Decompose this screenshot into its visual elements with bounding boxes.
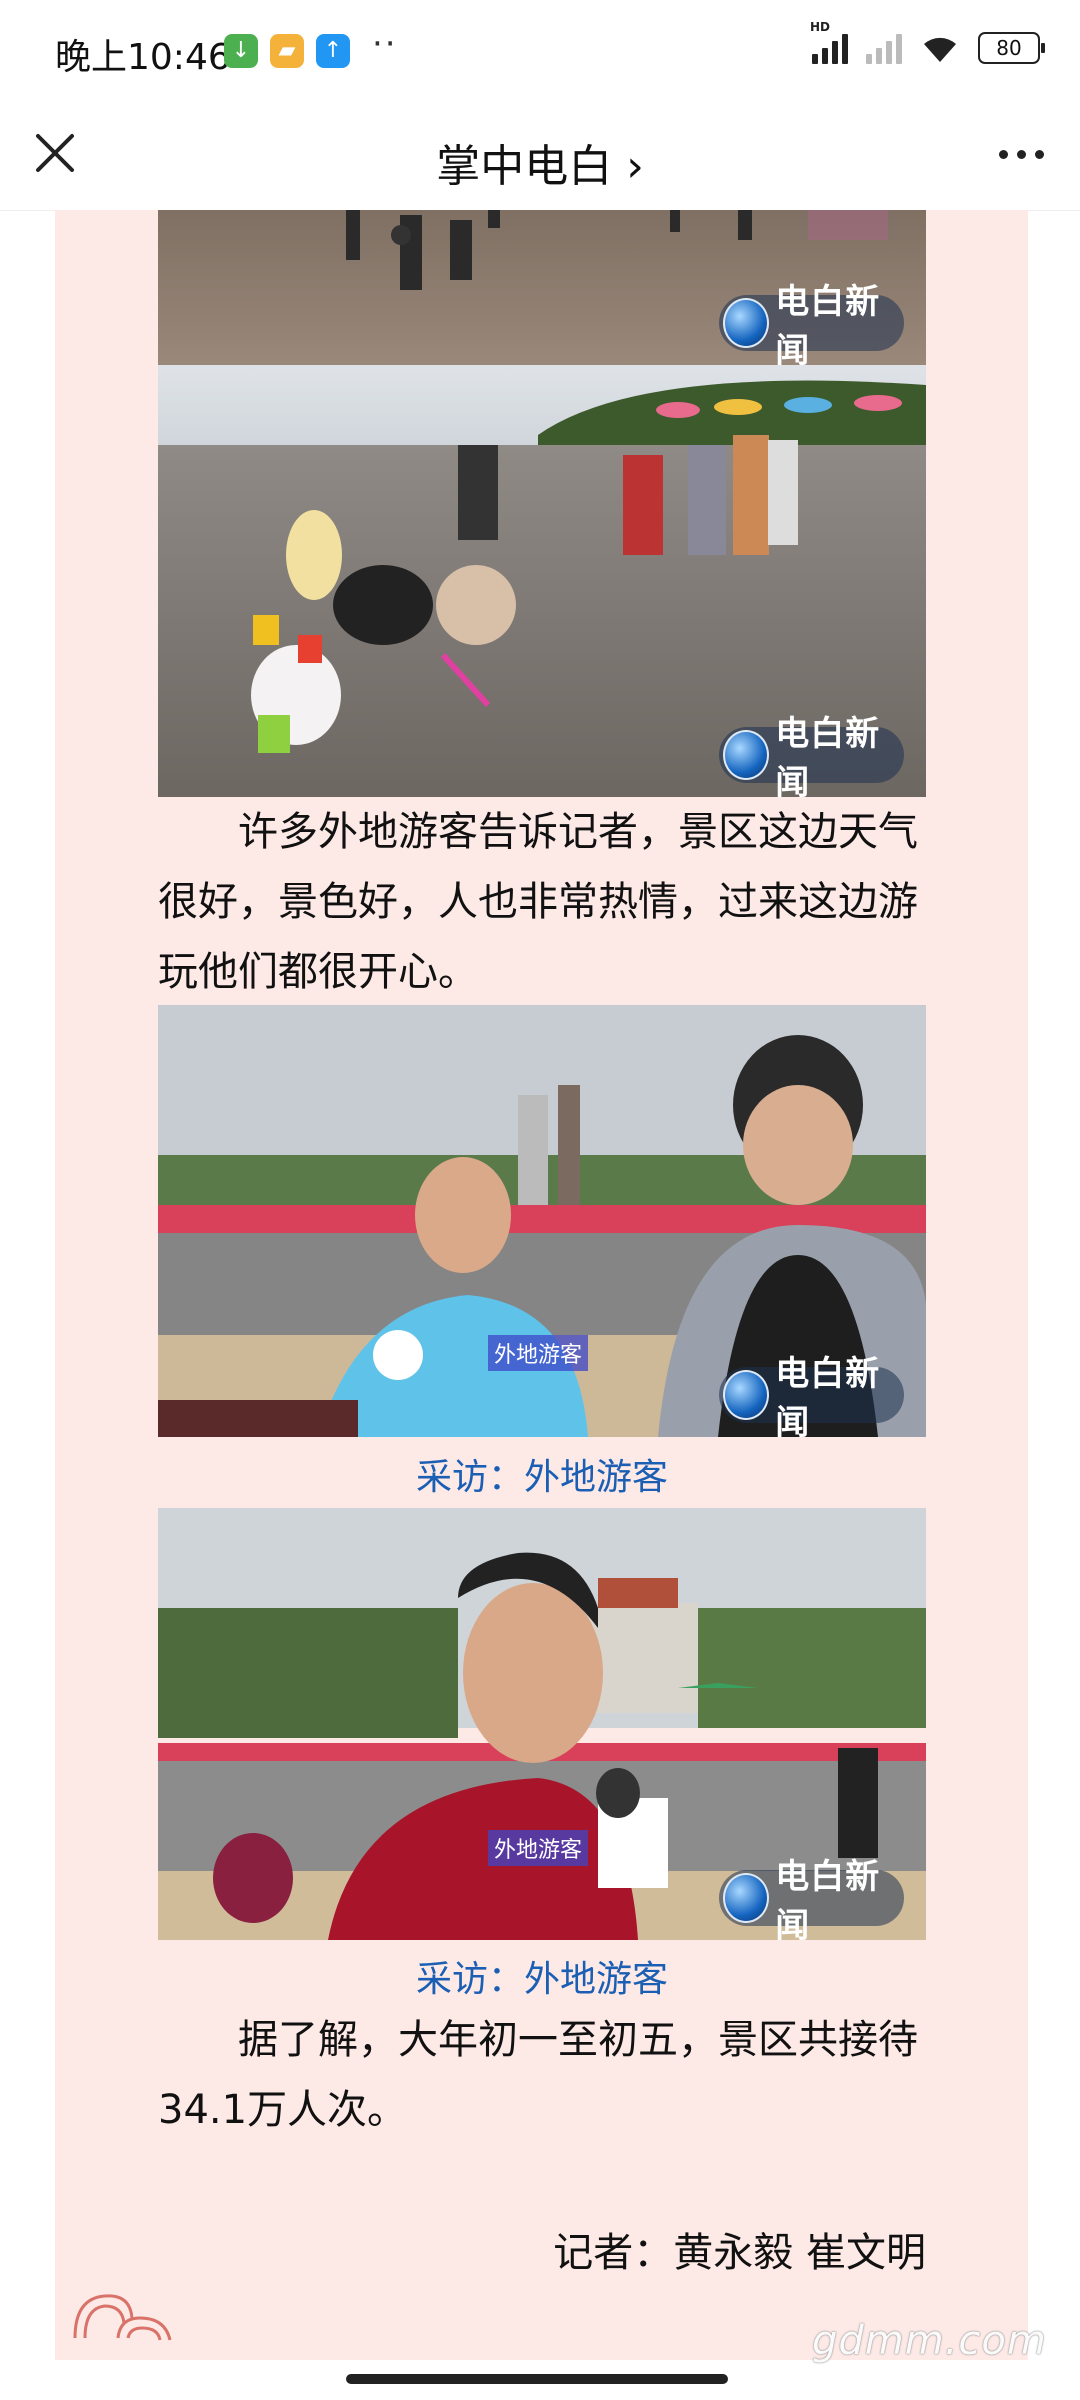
more-dots-icon[interactable] — [986, 134, 1056, 174]
wifi-icon — [924, 37, 956, 62]
news-logo: 电白新闻 — [719, 1354, 904, 1437]
folder-notification-icon: ▰ — [270, 34, 304, 68]
logo-text: 电白新闻 — [775, 1354, 881, 1437]
hd-label: HD — [810, 20, 831, 34]
home-indicator[interactable] — [346, 2374, 728, 2384]
status-time: 晚上10:46 — [55, 37, 231, 78]
status-bar: 晚上10:46 ↓ ▰ ↑ ·· HD 80 — [0, 0, 1080, 100]
subtitle-tag: 外地游客 — [488, 1830, 589, 1866]
page-title[interactable]: 掌中电白 › — [0, 130, 1080, 194]
article-photo-2: 电白新闻 — [158, 365, 926, 797]
article-photo-4: 外地游客 电白新闻 — [158, 1508, 926, 1940]
article-paragraph-1: 许多外地游客告诉记者，景区这边天气很好，景色好，人也非常热情，过来这边游玩他们都… — [158, 809, 918, 995]
photo-caption-1: 采访：外地游客 — [415, 1457, 668, 1498]
article-paragraph-2: 据了解，大年初一至初五，景区共接待34.1万人次。 — [158, 2017, 918, 2133]
logo-text: 电白新闻 — [775, 714, 881, 797]
photo-caption-2: 采访：外地游客 — [415, 1959, 668, 2000]
globe-icon — [723, 1370, 770, 1420]
subtitle-tag: 外地游客 — [488, 1335, 589, 1371]
globe-icon — [723, 1873, 770, 1923]
more-notifications-icon: ·· — [372, 24, 398, 64]
news-logo: 电白新闻 — [719, 1857, 904, 1940]
article-photo-1: 电白新闻 — [158, 210, 926, 365]
download-notification-icon: ↓ — [224, 34, 258, 68]
status-indicators: HD 80 — [810, 20, 1045, 68]
globe-icon — [723, 730, 770, 780]
news-logo: 电白新闻 — [719, 714, 904, 797]
signal-strength-2-icon — [866, 32, 902, 64]
logo-text: 电白新闻 — [775, 1857, 881, 1940]
upload-notification-icon: ↑ — [316, 34, 350, 68]
article-photo-3: 外地游客 电白新闻 — [158, 1005, 926, 1437]
author-credit: 记者：黄永毅 崔文明 — [553, 2230, 926, 2276]
globe-icon — [723, 298, 770, 348]
logo-text: 电白新闻 — [775, 282, 881, 365]
news-logo: 电白新闻 — [719, 282, 904, 365]
battery-icon: 80 — [978, 32, 1045, 64]
signal-strength-icon: HD — [810, 20, 848, 64]
nav-bar: 掌中电白 › — [0, 100, 1080, 211]
site-watermark: gdmm.com — [812, 2318, 1047, 2364]
cloud-decoration-icon — [73, 2294, 172, 2341]
